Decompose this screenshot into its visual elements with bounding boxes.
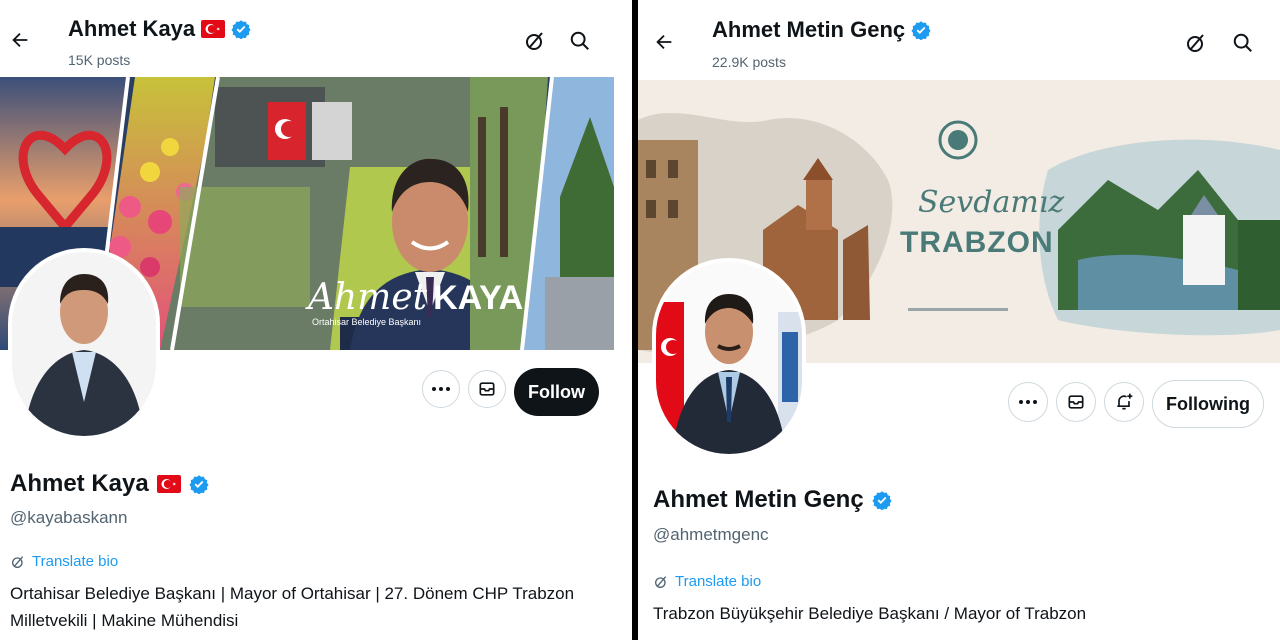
search-icon[interactable] [1228,28,1258,58]
following-button[interactable]: Following [1152,380,1264,428]
more-icon [432,387,450,391]
translate-bio-link[interactable]: Translate bio [653,573,761,590]
profile-display-name: Ahmet Kaya [10,470,209,498]
bio-line: Milletvekili | Makine Mühendisi [10,611,239,630]
more-icon [1019,400,1037,404]
translate-icon [655,575,667,588]
header-post-count: 15K posts [68,52,131,68]
verified-badge-icon [189,474,209,494]
profile-name-text: Ahmet Kaya [10,470,149,497]
translate-bio-link[interactable]: Translate bio [10,553,118,570]
profile-name-text: Ahmet Metin Genç [653,486,864,513]
profile-header-bar: Ahmet Metin Genç 22.9K posts [638,0,1280,78]
back-arrow-icon[interactable] [650,28,678,56]
more-button[interactable] [1008,382,1048,422]
translate-icon [12,555,24,568]
follow-button[interactable]: Follow [514,368,599,416]
message-button[interactable] [1056,382,1096,422]
header-title: Ahmet Kaya [68,16,251,42]
verified-badge-icon [231,19,251,39]
more-button[interactable] [422,370,460,408]
translate-bio-label[interactable]: Translate bio [32,553,118,570]
banner-caption: Ortahisar Belediye Başkanı [312,317,422,327]
verified-badge-icon [911,20,931,40]
turkey-flag-icon [156,475,181,493]
verified-badge-icon [872,490,892,510]
header-name: Ahmet Kaya [68,16,196,41]
notify-button[interactable] [1104,382,1144,422]
profile-handle: @kayabaskann [10,508,128,527]
header-title: Ahmet Metin Genç [712,17,931,43]
banner-script-text: Sevdamız [918,185,1065,220]
banner-script-text: Ahmet [308,277,428,318]
right-profile-panel: Ahmet Metin Genç 22.9K posts Sevdamız TR… [638,0,1280,640]
bio-line: Ortahisar Belediye Başkanı | Mayor of Or… [10,584,575,603]
profile-display-name: Ahmet Metin Genç [653,486,892,514]
grok-icon[interactable] [520,26,550,56]
profile-bio: Ortahisar Belediye Başkanı | Mayor of Or… [10,580,610,634]
profile-avatar[interactable] [652,258,806,458]
header-post-count: 22.9K posts [712,54,786,70]
message-button[interactable] [468,370,506,408]
search-icon[interactable] [565,26,595,56]
header-name: Ahmet Metin Genç [712,17,906,42]
bell-plus-icon [1117,393,1133,410]
back-arrow-icon[interactable] [6,26,34,54]
message-icon [479,382,495,396]
profile-handle: @ahmetmgenc [653,525,769,544]
banner-bold-text: KAYA [433,279,524,317]
left-profile-panel: Ahmet Kaya 15K posts Ahmet KAYA Ortahisa… [0,0,632,640]
banner-logo-text: Ahmet KAYA [308,277,523,318]
banner-bold-text: TRABZON [900,226,1054,259]
grok-icon[interactable] [1181,28,1211,58]
profile-avatar[interactable] [8,248,160,440]
profile-header-bar: Ahmet Kaya 15K posts [0,0,632,78]
translate-bio-label[interactable]: Translate bio [675,573,761,590]
bio-line: Trabzon Büyükşehir Belediye Başkanı / Ma… [653,604,1087,623]
message-icon [1068,395,1084,409]
profile-bio: Trabzon Büyükşehir Belediye Başkanı / Ma… [653,600,1273,627]
turkey-flag-icon [201,20,226,38]
